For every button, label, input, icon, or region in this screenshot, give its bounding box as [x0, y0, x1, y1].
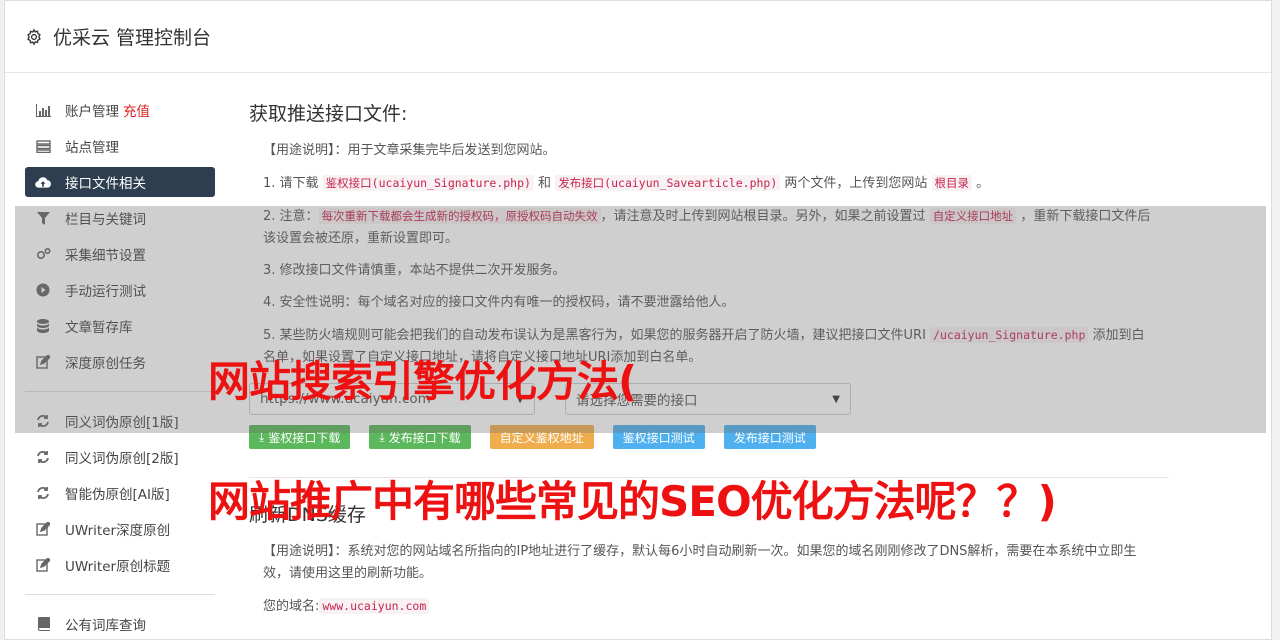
edit-icon [35, 557, 51, 573]
text: 1. 请下载 [263, 176, 323, 191]
sidebar-item-label: 公有词库查询 [65, 618, 146, 634]
domain-row: 您的域名: www.ucaiyun.com [263, 595, 1153, 618]
text: 两个文件，上传到您网站 [780, 176, 932, 191]
publish-api-filename: 发布接口(ucaiyun_Savearticle.php) [555, 175, 781, 191]
sidebar-item-ai-rewrite[interactable]: 智能伪原创[AI版] [25, 478, 215, 508]
server-icon [35, 138, 51, 154]
sidebar-item-label: 账户管理 [65, 104, 119, 120]
section-title-api-files: 获取推送接口文件: [249, 103, 408, 125]
scrollbar[interactable] [1272, 0, 1280, 640]
sidebar-item-api-files[interactable]: 接口文件相关 [25, 167, 215, 197]
usage-note: 【用途说明】：用于文章采集完毕后发送到您网站。 [263, 143, 556, 158]
sidebar-item-label: UWriter原创标题 [65, 559, 171, 575]
refresh-icon [35, 449, 51, 465]
sidebar-item-synonym-v2[interactable]: 同义词伪原创[2版] [25, 442, 215, 472]
sidebar-item-label: 站点管理 [65, 140, 119, 156]
watermark-line-1: 网站搜索引擎优化方法( [208, 357, 637, 406]
domain-label: 您的域名: [263, 599, 320, 614]
sidebar-item-label: 智能伪原创[AI版] [65, 487, 170, 503]
header: 优采云 管理控制台 [5, 1, 1271, 73]
domain-value: www.ucaiyun.com [319, 598, 430, 614]
sidebar-item-uwriter-deep[interactable]: UWriter深度原创 [25, 514, 215, 544]
watermark-line-2: 网站推广中有哪些常见的SEO优化方法呢？？) [208, 477, 1057, 526]
sidebar-item-uwriter-title[interactable]: UWriter原创标题 [25, 550, 215, 580]
instruction-1: 1. 请下载 鉴权接口(ucaiyun_Signature.php) 和 发布接… [263, 172, 1153, 195]
gear-icon [25, 28, 43, 46]
sidebar-item-public-lexicon[interactable]: 公有词库查询 [25, 609, 215, 639]
sidebar-item-account[interactable]: 账户管理 充值 [25, 95, 215, 125]
recharge-link[interactable]: 充值 [123, 100, 150, 120]
bar-chart-icon [35, 102, 51, 118]
sidebar-item-label: 同义词伪原创[2版] [65, 451, 179, 467]
page-title: 优采云 管理控制台 [53, 27, 212, 49]
auth-api-filename: 鉴权接口(ucaiyun_Signature.php) [322, 175, 534, 191]
gray-overlay [15, 206, 1266, 433]
refresh-icon [35, 485, 51, 501]
cloud-upload-icon [35, 174, 51, 190]
edit-icon [35, 521, 51, 537]
sidebar-item-label: UWriter深度原创 [65, 523, 171, 539]
book-icon [35, 616, 51, 632]
text: 。 [972, 176, 990, 191]
root-dir-code: 根目录 [931, 175, 973, 191]
sidebar-divider [25, 594, 215, 595]
sidebar-item-label: 接口文件相关 [65, 176, 146, 192]
dns-usage-note: 【用途说明】：系统对您的网站域名所指向的IP地址进行了缓存，默认每6小时自动刷新… [263, 544, 1137, 581]
sidebar-item-sites[interactable]: 站点管理 [25, 131, 215, 161]
text: 和 [533, 176, 556, 191]
